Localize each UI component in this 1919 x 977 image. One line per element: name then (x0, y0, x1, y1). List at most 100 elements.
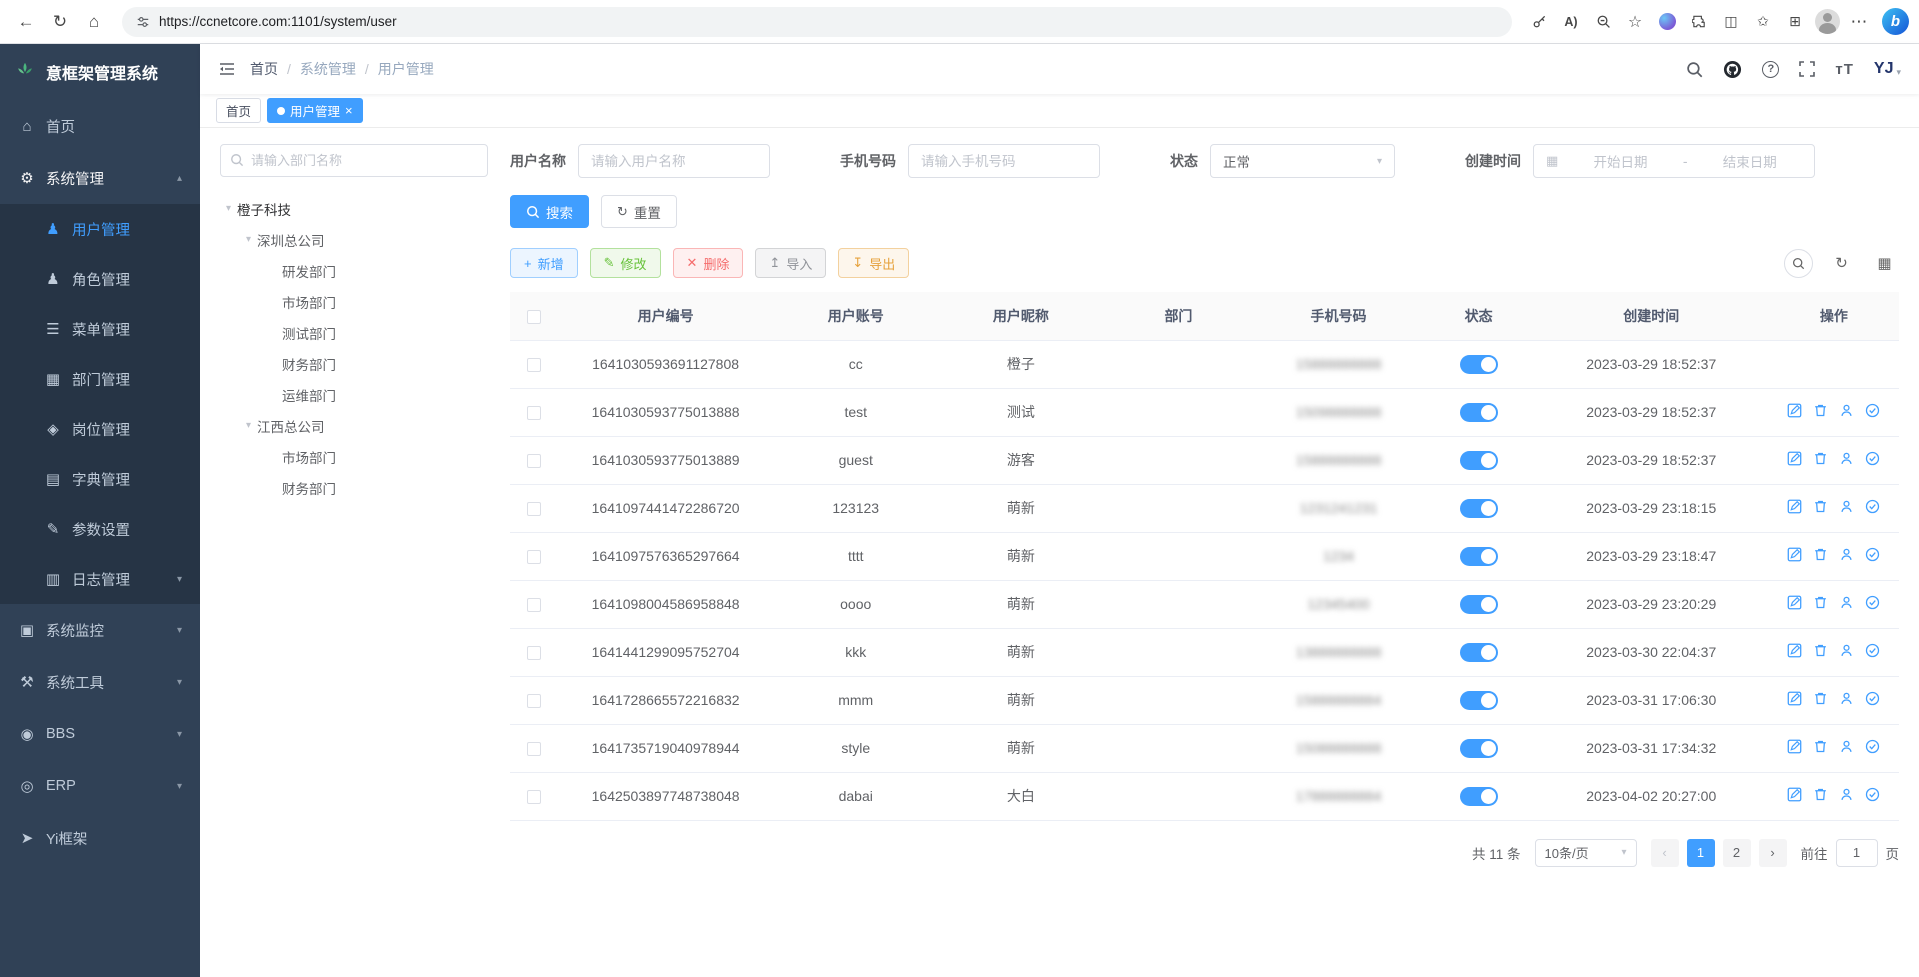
row-checkbox[interactable] (527, 358, 541, 372)
search-icon[interactable] (1686, 61, 1703, 78)
tab-home[interactable]: 首页 (216, 98, 261, 123)
edit-icon[interactable] (1787, 547, 1802, 562)
sidebar-collapse-icon[interactable] (218, 60, 236, 78)
trash-icon[interactable] (1813, 451, 1828, 466)
sidebar-item-yi-framework[interactable]: ➤ Yi框架 (0, 812, 200, 864)
tree-node[interactable]: 运维部门 (220, 379, 488, 410)
status-toggle[interactable] (1460, 403, 1498, 422)
search-button[interactable]: 搜索 (510, 195, 589, 228)
status-toggle[interactable] (1460, 739, 1498, 758)
caret-down-icon[interactable]: ▾ (246, 234, 251, 245)
tree-node[interactable]: ▾ 江西总公司 (220, 410, 488, 441)
site-info-icon[interactable] (136, 15, 150, 29)
zoom-icon[interactable] (1588, 7, 1618, 37)
close-icon[interactable]: × (345, 104, 353, 117)
more-icon[interactable]: ⋯ (1844, 7, 1874, 37)
row-checkbox[interactable] (527, 790, 541, 804)
row-checkbox[interactable] (527, 742, 541, 756)
sidebar-item-dict-management[interactable]: ▤ 字典管理 (0, 454, 200, 504)
fullscreen-icon[interactable] (1799, 61, 1815, 77)
reset-password-icon[interactable] (1839, 547, 1854, 562)
password-key-icon[interactable] (1524, 7, 1554, 37)
edit-icon[interactable] (1787, 787, 1802, 802)
edit-icon[interactable] (1787, 595, 1802, 610)
edit-button[interactable]: ✎ 修改 (590, 248, 661, 278)
add-button[interactable]: + 新增 (510, 248, 578, 278)
trash-icon[interactable] (1813, 691, 1828, 706)
sidebar-item-dept-management[interactable]: ▦ 部门管理 (0, 354, 200, 404)
tree-node[interactable]: 研发部门 (220, 255, 488, 286)
reset-password-icon[interactable] (1839, 451, 1854, 466)
edit-icon[interactable] (1787, 403, 1802, 418)
sidebar-item-erp[interactable]: ◎ ERP ▾ (0, 760, 200, 812)
tree-node[interactable]: 财务部门 (220, 472, 488, 503)
tree-node[interactable]: 市场部门 (220, 441, 488, 472)
toggle-search-icon[interactable] (1784, 249, 1813, 278)
assign-role-icon[interactable] (1865, 499, 1880, 514)
tree-node[interactable]: ▾ 橙子科技 (220, 193, 488, 224)
sidebar-item-home[interactable]: ⌂ 首页 (0, 100, 200, 152)
tree-node[interactable]: ▾ 深圳总公司 (220, 224, 488, 255)
reset-password-icon[interactable] (1839, 403, 1854, 418)
assign-role-icon[interactable] (1865, 403, 1880, 418)
assign-role-icon[interactable] (1865, 595, 1880, 610)
page-2-button[interactable]: 2 (1723, 839, 1751, 867)
status-toggle[interactable] (1460, 691, 1498, 710)
edit-icon[interactable] (1787, 691, 1802, 706)
edit-icon[interactable] (1787, 499, 1802, 514)
caret-down-icon[interactable]: ▾ (226, 203, 231, 214)
sidebar-item-system-tools[interactable]: ⚒ 系统工具 ▾ (0, 656, 200, 708)
status-toggle[interactable] (1460, 547, 1498, 566)
refresh-table-icon[interactable]: ↻ (1827, 249, 1856, 278)
caret-down-icon[interactable]: ▾ (246, 420, 251, 431)
sidebar-item-param-settings[interactable]: ✎ 参数设置 (0, 504, 200, 554)
assign-role-icon[interactable] (1865, 691, 1880, 706)
sidebar-item-log-management[interactable]: ▥ 日志管理 ▾ (0, 554, 200, 604)
split-screen-icon[interactable]: ◫ (1716, 7, 1746, 37)
status-toggle[interactable] (1460, 499, 1498, 518)
sidebar-item-menu-management[interactable]: ☰ 菜单管理 (0, 304, 200, 354)
select-all-checkbox[interactable] (527, 310, 541, 324)
row-checkbox[interactable] (527, 694, 541, 708)
favorites-bar-icon[interactable]: ✩ (1748, 7, 1778, 37)
phone-input[interactable] (908, 144, 1100, 178)
status-select[interactable]: 正常 ▾ (1210, 144, 1395, 178)
github-icon[interactable] (1723, 60, 1742, 79)
edit-icon[interactable] (1787, 739, 1802, 754)
reset-button[interactable]: ↻ 重置 (601, 195, 677, 228)
refresh-icon[interactable]: ↻ (44, 6, 76, 38)
tree-node[interactable]: 财务部门 (220, 348, 488, 379)
row-checkbox[interactable] (527, 646, 541, 660)
trash-icon[interactable] (1813, 499, 1828, 514)
assign-role-icon[interactable] (1865, 547, 1880, 562)
help-icon[interactable]: ? (1762, 61, 1779, 78)
delete-button[interactable]: ✕ 删除 (673, 248, 744, 278)
sidebar-item-bbs[interactable]: ◉ BBS ▾ (0, 708, 200, 760)
row-checkbox[interactable] (527, 454, 541, 468)
prev-page-button[interactable]: ‹ (1651, 839, 1679, 867)
assign-role-icon[interactable] (1865, 787, 1880, 802)
tree-node[interactable]: 市场部门 (220, 286, 488, 317)
tree-node[interactable]: 测试部门 (220, 317, 488, 348)
column-settings-icon[interactable]: ▦ (1870, 249, 1899, 278)
date-range-picker[interactable]: ▦ 开始日期 - 结束日期 (1533, 144, 1815, 178)
copilot-icon[interactable] (1652, 7, 1682, 37)
breadcrumb-home[interactable]: 首页 (250, 59, 278, 79)
trash-icon[interactable] (1813, 547, 1828, 562)
reset-password-icon[interactable] (1839, 499, 1854, 514)
sidebar-item-role-management[interactable]: ♟ 角色管理 (0, 254, 200, 304)
trash-icon[interactable] (1813, 595, 1828, 610)
goto-page-input[interactable] (1836, 839, 1878, 867)
sidebar-item-post-management[interactable]: ◈ 岗位管理 (0, 404, 200, 454)
status-toggle[interactable] (1460, 787, 1498, 806)
trash-icon[interactable] (1813, 403, 1828, 418)
page-size-select[interactable]: 10条/页 ▾ (1535, 839, 1637, 867)
extensions-icon[interactable] (1684, 7, 1714, 37)
status-toggle[interactable] (1460, 355, 1498, 374)
assign-role-icon[interactable] (1865, 739, 1880, 754)
bing-icon[interactable]: b (1882, 8, 1909, 35)
reset-password-icon[interactable] (1839, 643, 1854, 658)
username-input[interactable] (578, 144, 770, 178)
tab-user-management[interactable]: 用户管理 × (267, 98, 363, 123)
read-aloud-icon[interactable]: A) (1556, 7, 1586, 37)
